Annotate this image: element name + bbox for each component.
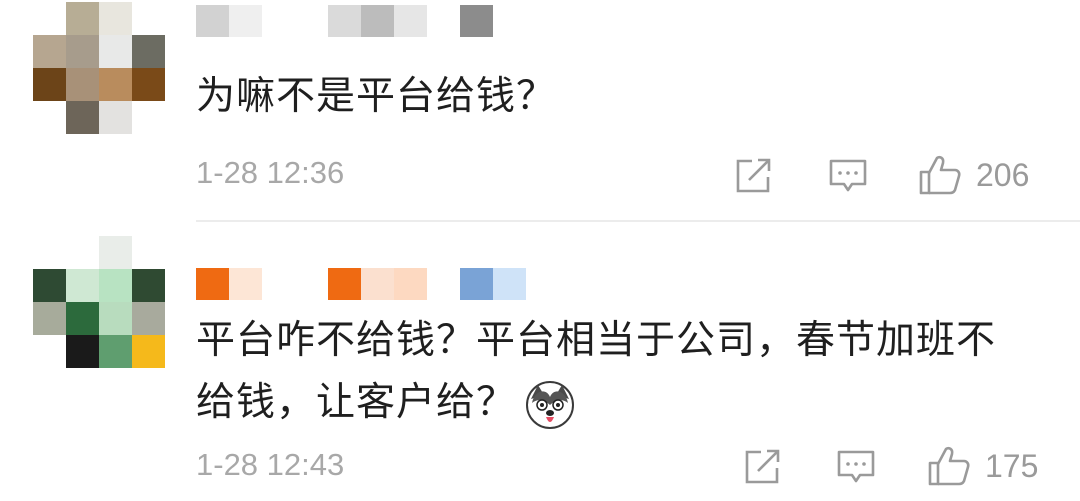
username-mosaic-tile bbox=[394, 5, 427, 37]
thumbs-up-icon bbox=[919, 155, 961, 195]
username-mosaic-tile bbox=[493, 268, 526, 300]
avatar[interactable] bbox=[33, 236, 165, 368]
comment-text-line-1: 平台咋不给钱？平台相当于公司，春节加班不 bbox=[196, 318, 997, 363]
avatar-mosaic-tile bbox=[132, 302, 165, 335]
avatar-mosaic-tile bbox=[33, 35, 66, 68]
username-mosaic-tile bbox=[295, 5, 328, 37]
like-count: 175 bbox=[985, 447, 1039, 484]
avatar-mosaic-tile bbox=[132, 335, 165, 368]
username-mosaic-tile bbox=[196, 268, 229, 300]
username-mosaic-tile bbox=[196, 5, 229, 37]
avatar-mosaic-tile bbox=[99, 236, 132, 269]
avatar-mosaic-tile bbox=[33, 2, 66, 35]
avatar-mosaic-tile bbox=[132, 236, 165, 269]
username-mosaic-tile bbox=[229, 268, 262, 300]
username-mosaic-tile bbox=[262, 5, 295, 37]
avatar-mosaic-tile bbox=[99, 68, 132, 101]
avatar-mosaic-tile bbox=[99, 101, 132, 134]
avatar-mosaic-tile bbox=[132, 269, 165, 302]
avatar-mosaic-tile bbox=[132, 68, 165, 101]
comment-text-line-2: 给钱，让客户给？ bbox=[196, 372, 1056, 434]
username-mosaic-tile bbox=[460, 268, 493, 300]
like-button[interactable]: 206 bbox=[918, 154, 1029, 196]
username-mosaic-tile bbox=[394, 268, 427, 300]
avatar-mosaic-tile bbox=[66, 236, 99, 269]
reply-icon bbox=[837, 450, 875, 483]
reply-button[interactable] bbox=[828, 157, 868, 195]
username-mosaic-tile bbox=[361, 268, 394, 300]
avatar-mosaic-tile bbox=[99, 35, 132, 68]
avatar-mosaic-tile bbox=[132, 101, 165, 134]
comment-text-line-2-content: 给钱，让客户给？ bbox=[196, 380, 517, 425]
avatar-mosaic-tile bbox=[66, 101, 99, 134]
avatar-mosaic-tile bbox=[33, 269, 66, 302]
avatar-mosaic-tile bbox=[99, 2, 132, 35]
avatar-mosaic-tile bbox=[33, 236, 66, 269]
avatar-mosaic-tile bbox=[66, 35, 99, 68]
avatar-mosaic-tile bbox=[66, 335, 99, 368]
avatar-mosaic-tile bbox=[33, 302, 66, 335]
username-mosaic-tile bbox=[361, 5, 394, 37]
thumbs-up-icon bbox=[928, 446, 970, 486]
username-mosaic-tile bbox=[295, 268, 328, 300]
comment-text: 平台咋不给钱？平台相当于公司，春节加班不 给钱，让客户给？ bbox=[196, 310, 1056, 434]
comment-item-2: 平台咋不给钱？平台相当于公司，春节加班不 给钱，让客户给？ 1-28 12:43 bbox=[0, 222, 1080, 501]
username-mosaic-tile bbox=[328, 268, 361, 300]
avatar-mosaic-tile bbox=[132, 35, 165, 68]
username-pixelated[interactable] bbox=[196, 268, 526, 300]
avatar[interactable] bbox=[33, 2, 165, 134]
avatar-mosaic-tile bbox=[132, 2, 165, 35]
username-mosaic-tile bbox=[427, 268, 460, 300]
username-pixelated[interactable] bbox=[196, 5, 493, 37]
like-button[interactable]: 175 bbox=[927, 445, 1038, 487]
avatar-mosaic-tile bbox=[99, 335, 132, 368]
share-icon bbox=[745, 449, 780, 484]
avatar-mosaic-tile bbox=[99, 302, 132, 335]
avatar-mosaic-tile bbox=[66, 68, 99, 101]
username-mosaic-tile bbox=[427, 5, 460, 37]
reply-button[interactable] bbox=[836, 448, 876, 486]
username-mosaic-tile bbox=[262, 268, 295, 300]
avatar-mosaic-tile bbox=[66, 269, 99, 302]
like-count: 206 bbox=[976, 156, 1030, 193]
username-mosaic-tile bbox=[460, 5, 493, 37]
username-mosaic-tile bbox=[229, 5, 262, 37]
avatar-mosaic-tile bbox=[66, 302, 99, 335]
reply-icon bbox=[829, 159, 867, 192]
husky-dog-emoji-icon bbox=[526, 380, 575, 429]
avatar-mosaic-tile bbox=[33, 101, 66, 134]
avatar-mosaic-tile bbox=[33, 335, 66, 368]
share-button[interactable] bbox=[743, 448, 783, 486]
avatar-mosaic-tile bbox=[33, 68, 66, 101]
share-button[interactable] bbox=[734, 157, 774, 195]
comment-timestamp: 1-28 12:43 bbox=[196, 447, 345, 482]
avatar-mosaic-tile bbox=[66, 2, 99, 35]
comment-text: 为嘛不是平台给钱？ bbox=[196, 74, 557, 119]
username-mosaic-tile bbox=[328, 5, 361, 37]
share-icon bbox=[736, 158, 771, 193]
avatar-mosaic-tile bbox=[99, 269, 132, 302]
comment-item-1: 为嘛不是平台给钱？ 1-28 12:36 206 bbox=[0, 0, 1080, 222]
comment-timestamp: 1-28 12:36 bbox=[196, 155, 345, 190]
